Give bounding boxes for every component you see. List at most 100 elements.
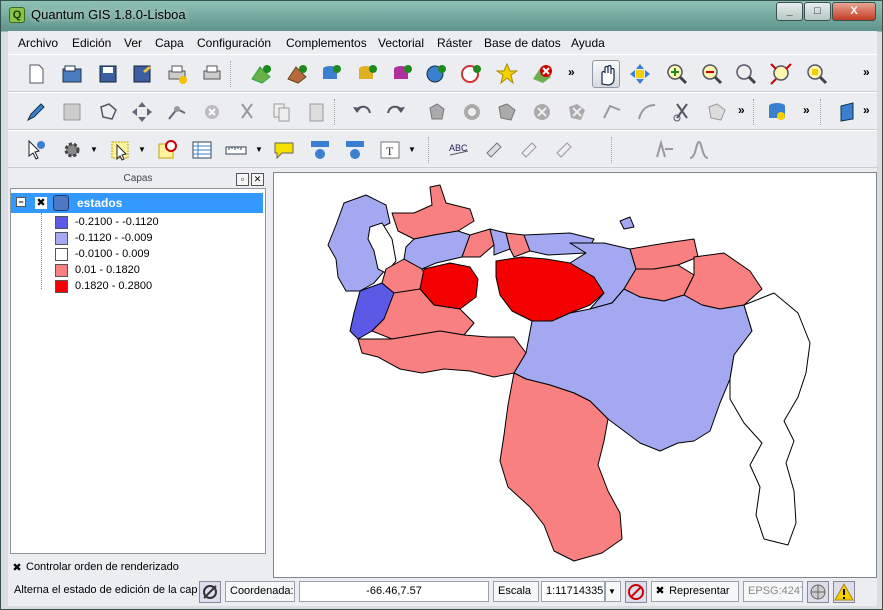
- add-wms-layer-button[interactable]: [422, 60, 450, 88]
- toolbar-overflow-chevron[interactable]: »: [738, 103, 745, 117]
- save-edits-button[interactable]: [58, 98, 86, 126]
- add-mssql-layer-button[interactable]: [388, 60, 416, 88]
- select-features-button[interactable]: [106, 136, 134, 164]
- zoom-native-button[interactable]: [732, 60, 760, 88]
- open-project-button[interactable]: [58, 60, 86, 88]
- crs-button[interactable]: [807, 581, 829, 603]
- menu-archivo[interactable]: Archivo: [18, 36, 58, 50]
- delete-selected-button[interactable]: [198, 98, 226, 126]
- move-label-button[interactable]: [550, 136, 578, 164]
- zoom-full-button[interactable]: [767, 60, 795, 88]
- zoom-to-selection-button[interactable]: [803, 60, 831, 88]
- split-features-button[interactable]: [668, 98, 696, 126]
- raster-histogram-button[interactable]: [685, 136, 713, 164]
- stop-render-button[interactable]: [625, 581, 647, 603]
- menu-configuracion[interactable]: Configuración: [197, 36, 271, 50]
- map-canvas[interactable]: [273, 172, 877, 578]
- simplify-feature-button[interactable]: [423, 98, 451, 126]
- zoom-out-button[interactable]: [698, 60, 726, 88]
- map-tips-button[interactable]: [270, 136, 298, 164]
- chevron-down-icon[interactable]: ▼: [605, 581, 621, 602]
- menu-ayuda[interactable]: Ayuda: [571, 36, 605, 50]
- close-panel-button[interactable]: ✕: [251, 173, 264, 186]
- menu-complementos[interactable]: Complementos: [286, 36, 367, 50]
- add-part-button[interactable]: [493, 98, 521, 126]
- messages-button[interactable]: [833, 581, 855, 603]
- delete-ring-button[interactable]: [528, 98, 556, 126]
- layer-name[interactable]: estados: [77, 196, 122, 210]
- remove-layer-button[interactable]: [528, 60, 556, 88]
- save-project-button[interactable]: [94, 60, 122, 88]
- toolbar-overflow-chevron[interactable]: »: [863, 65, 870, 79]
- run-action-button[interactable]: [58, 136, 86, 164]
- print-button[interactable]: [198, 60, 226, 88]
- add-spatialite-layer-button[interactable]: [353, 60, 381, 88]
- crs-status[interactable]: EPSG:4247: [743, 581, 803, 602]
- merge-features-button[interactable]: [703, 98, 731, 126]
- text-annotation-button[interactable]: T: [376, 136, 404, 164]
- undo-button[interactable]: [348, 98, 376, 126]
- layer-visibility-checkbox[interactable]: ✖: [35, 197, 47, 209]
- coordinate-field[interactable]: -66.46,7.57: [299, 581, 489, 602]
- deselect-all-button[interactable]: [153, 136, 181, 164]
- chevron-down-icon[interactable]: ▼: [138, 145, 146, 154]
- add-vector-layer-button[interactable]: [247, 60, 275, 88]
- add-wcs-layer-button[interactable]: [457, 60, 485, 88]
- new-bookmark-button[interactable]: [306, 136, 334, 164]
- toolbar-overflow-chevron[interactable]: »: [568, 65, 575, 79]
- move-feature-button[interactable]: [128, 98, 156, 126]
- pan-map-button[interactable]: [592, 60, 620, 88]
- menu-vectorial[interactable]: Vectorial: [378, 36, 424, 50]
- add-raster-layer-button[interactable]: [283, 60, 311, 88]
- menu-ver[interactable]: Ver: [124, 36, 142, 50]
- toolbar-overflow-chevron[interactable]: »: [803, 103, 810, 117]
- collapse-toggle[interactable]: −: [16, 197, 26, 207]
- delete-part-button[interactable]: [563, 98, 591, 126]
- help-plugin-button[interactable]: [833, 98, 861, 126]
- add-ring-button[interactable]: [458, 98, 486, 126]
- paste-features-button[interactable]: [303, 98, 331, 126]
- chevron-down-icon[interactable]: ▼: [90, 145, 98, 154]
- open-attribute-table-button[interactable]: [188, 136, 216, 164]
- measure-line-button[interactable]: [222, 136, 250, 164]
- menu-raster[interactable]: Ráster: [437, 36, 472, 50]
- scale-combo[interactable]: 1:11714335: [541, 581, 605, 602]
- offset-curve-button[interactable]: [633, 98, 661, 126]
- add-postgis-layer-button[interactable]: [317, 60, 345, 88]
- print-composer-button[interactable]: [163, 60, 191, 88]
- reshape-features-button[interactable]: [598, 98, 626, 126]
- close-button[interactable]: X: [832, 2, 876, 21]
- render-order-checkbox[interactable]: ✖: [11, 562, 23, 574]
- raster-stretch-button[interactable]: [651, 136, 679, 164]
- zoom-in-button[interactable]: [663, 60, 691, 88]
- chevron-down-icon[interactable]: ▼: [255, 145, 263, 154]
- render-checkbox[interactable]: ✖: [654, 585, 666, 597]
- db-manager-button[interactable]: [763, 98, 791, 126]
- toolbar-overflow-chevron[interactable]: »: [863, 103, 870, 117]
- show-hide-labels-button[interactable]: [515, 136, 543, 164]
- mouse-coordinates-toggle-button[interactable]: [199, 581, 221, 603]
- menu-base-de-datos[interactable]: Base de datos: [484, 36, 561, 50]
- node-tool-button[interactable]: [163, 98, 191, 126]
- maximize-button[interactable]: □: [804, 2, 831, 21]
- pin-labels-button[interactable]: [480, 136, 508, 164]
- new-shapefile-button[interactable]: [493, 60, 521, 88]
- float-panel-button[interactable]: ▫: [236, 173, 249, 186]
- save-as-button[interactable]: [128, 60, 156, 88]
- menu-capa[interactable]: Capa: [155, 36, 184, 50]
- label-tool-button[interactable]: ABC: [445, 136, 473, 164]
- copy-features-button[interactable]: [268, 98, 296, 126]
- toggle-editing-button[interactable]: [22, 98, 50, 126]
- chevron-down-icon[interactable]: ▼: [408, 145, 416, 154]
- pan-to-selection-button[interactable]: [626, 60, 654, 88]
- cut-features-button[interactable]: [233, 98, 261, 126]
- add-feature-button[interactable]: [94, 98, 122, 126]
- render-toggle[interactable]: ✖ Representar: [651, 581, 739, 602]
- show-bookmarks-button[interactable]: [341, 136, 369, 164]
- menu-edicion[interactable]: Edición: [72, 36, 111, 50]
- identify-features-button[interactable]: [22, 136, 50, 164]
- new-project-button[interactable]: [22, 60, 50, 88]
- minimize-button[interactable]: _: [776, 2, 803, 21]
- redo-button[interactable]: [382, 98, 410, 126]
- layer-row-estados[interactable]: − ✖ estados: [11, 193, 263, 213]
